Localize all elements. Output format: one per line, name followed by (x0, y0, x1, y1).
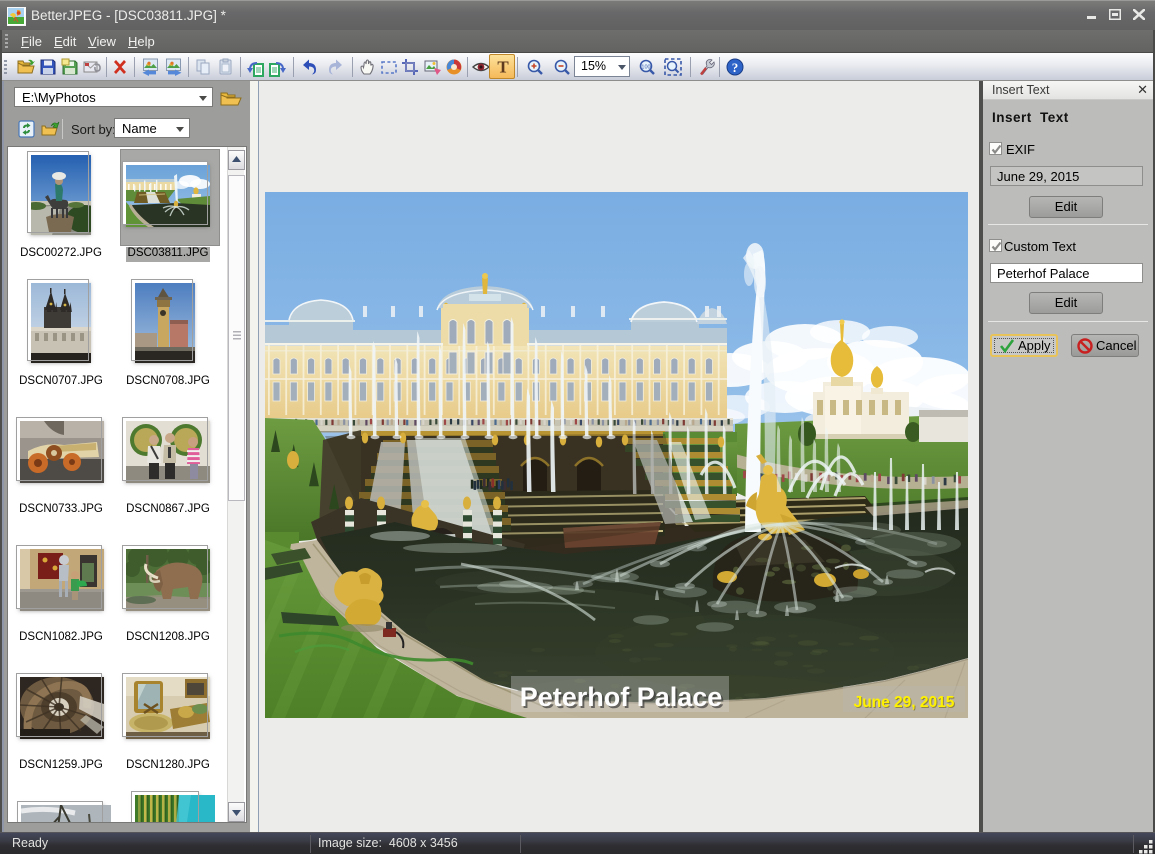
svg-text:T: T (497, 58, 509, 77)
svg-text:100: 100 (641, 65, 650, 71)
svg-text:Peterhof Palace: Peterhof Palace (520, 682, 723, 712)
svg-text:?: ? (732, 60, 739, 75)
svg-text:June 29, 2015: June 29, 2015 (854, 694, 955, 711)
